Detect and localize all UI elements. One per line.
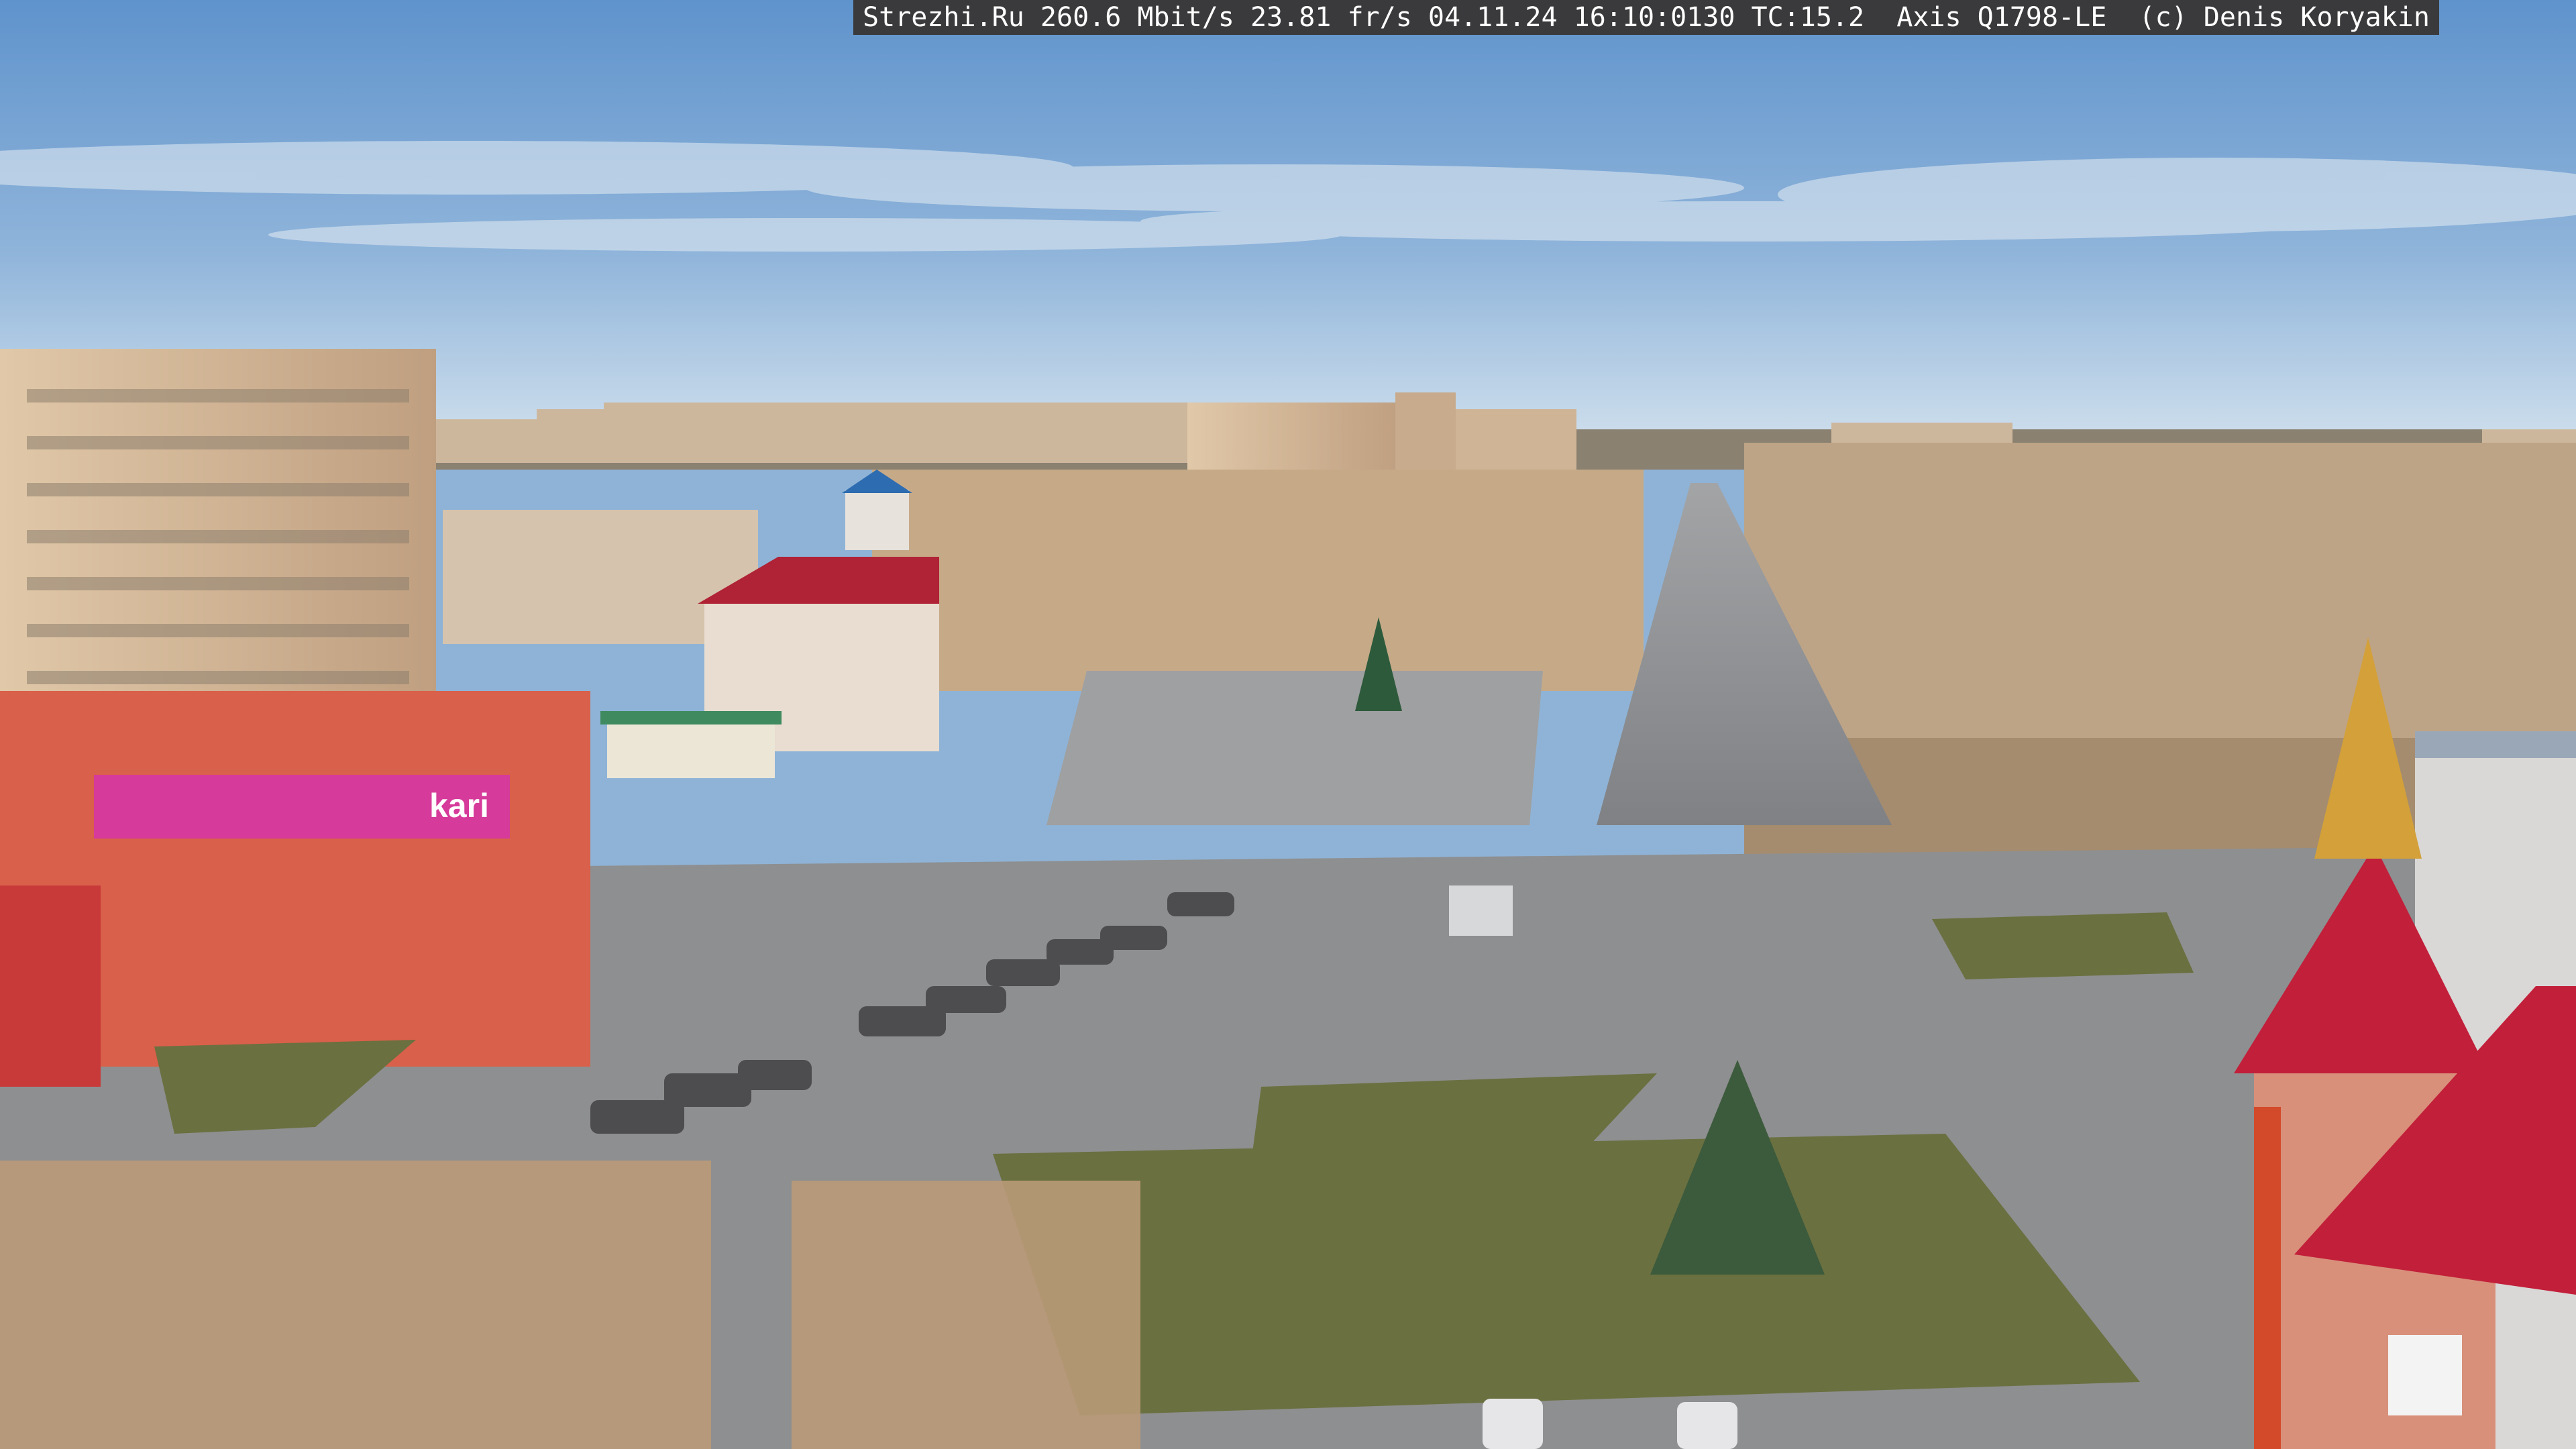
foreground-car xyxy=(1677,1402,1737,1449)
store-logo: kari xyxy=(429,787,489,824)
city-webcam-scene: kari xyxy=(0,0,2576,1449)
store-building: kari xyxy=(0,691,590,1087)
foreground-car xyxy=(1483,1399,1543,1449)
camera-overlay-caption: Strezhi.Ru 260.6 Mbit/s 23.81 fr/s 04.11… xyxy=(853,0,2439,35)
foreground-birches xyxy=(0,1161,1140,1449)
delivery-truck xyxy=(1449,885,1513,936)
square-plaza xyxy=(1046,671,1543,825)
birch-trees-center xyxy=(872,470,1644,691)
green-roof-shop xyxy=(600,711,782,778)
